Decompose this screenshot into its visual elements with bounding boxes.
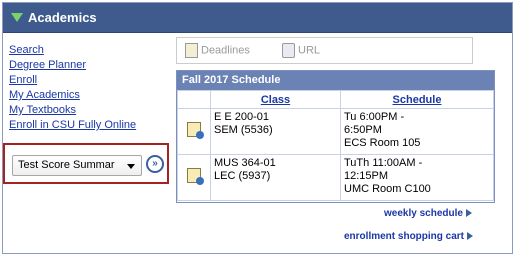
- other-academic-dropdown[interactable]: Test Score Summar: [12, 155, 142, 176]
- deadlines-label: Deadlines: [201, 44, 250, 57]
- class-details-icon[interactable]: [187, 122, 204, 139]
- academics-links: Search Degree Planner Enroll My Academic…: [9, 43, 136, 133]
- schedule-title: Fall 2017 Schedule: [177, 71, 494, 90]
- url-icon: [282, 43, 295, 58]
- link-my-textbooks[interactable]: My Textbooks: [9, 103, 136, 118]
- class-cell: MUS 364-01 LEC (5937): [210, 154, 341, 201]
- link-enroll-csu-online[interactable]: Enroll in CSU Fully Online: [9, 118, 136, 133]
- panel-title: Academics: [28, 10, 97, 25]
- other-academic-selector-highlight: Test Score Summar »: [3, 143, 169, 184]
- schedule-column-header[interactable]: Schedule: [340, 90, 494, 109]
- enrollment-cart-label: enrollment shopping cart: [344, 231, 465, 242]
- schedule-time: Tu 6:00PM -: [344, 111, 405, 123]
- row-icon-cell: [177, 108, 211, 155]
- class-section: LEC (5937): [214, 170, 271, 182]
- class-details-icon[interactable]: [187, 168, 204, 185]
- deadlines-button[interactable]: Deadlines: [185, 43, 250, 58]
- schedule-toolbar: Deadlines URL: [176, 37, 473, 64]
- class-code: MUS 364-01: [214, 157, 276, 169]
- schedule-time-end: 6:50PM: [344, 124, 382, 136]
- schedule-table: Class Schedule E E 200-01 SEM (5536) Tu …: [177, 90, 494, 201]
- link-degree-planner[interactable]: Degree Planner: [9, 58, 136, 73]
- calendar-icon: [185, 43, 198, 58]
- url-label: URL: [298, 44, 321, 57]
- chevron-down-icon: [127, 164, 135, 169]
- class-column-header[interactable]: Class: [210, 90, 341, 109]
- link-search[interactable]: Search: [9, 43, 136, 58]
- class-section: SEM (5536): [214, 124, 273, 136]
- url-button[interactable]: URL: [282, 43, 320, 58]
- table-row: MUS 364-01 LEC (5937) TuTh 11:00AM - 12:…: [177, 154, 494, 201]
- weekly-schedule-link[interactable]: weekly schedule: [384, 208, 472, 219]
- link-my-academics[interactable]: My Academics: [9, 88, 136, 103]
- weekly-schedule-label: weekly schedule: [384, 208, 463, 219]
- go-button[interactable]: »: [146, 155, 164, 173]
- schedule-table-container: Fall 2017 Schedule Class Schedule E E 20…: [176, 70, 495, 203]
- schedule-time-end: 12:15PM: [344, 170, 389, 182]
- schedule-cell: Tu 6:00PM - 6:50PM ECS Room 105: [340, 108, 494, 155]
- table-header-row: Class Schedule: [177, 90, 494, 109]
- icon-column-header: [177, 90, 211, 109]
- schedule-time: TuTh 11:00AM -: [344, 157, 423, 169]
- panel-header[interactable]: Academics: [3, 3, 512, 33]
- class-code: E E 200-01: [214, 111, 270, 123]
- enrollment-cart-link[interactable]: enrollment shopping cart: [344, 231, 474, 242]
- schedule-cell: TuTh 11:00AM - 12:15PM UMC Room C100: [340, 154, 494, 201]
- schedule-room: UMC Room C100: [344, 183, 431, 195]
- dropdown-value: Test Score Summar: [18, 159, 115, 171]
- row-icon-cell: [177, 154, 211, 201]
- schedule-room: ECS Room 105: [344, 137, 421, 149]
- collapse-triangle-icon[interactable]: [11, 13, 23, 22]
- link-enroll[interactable]: Enroll: [9, 73, 136, 88]
- arrow-right-icon: [467, 232, 474, 241]
- table-row: E E 200-01 SEM (5536) Tu 6:00PM - 6:50PM…: [177, 108, 494, 155]
- arrow-right-icon: [465, 209, 472, 218]
- class-cell: E E 200-01 SEM (5536): [210, 108, 341, 155]
